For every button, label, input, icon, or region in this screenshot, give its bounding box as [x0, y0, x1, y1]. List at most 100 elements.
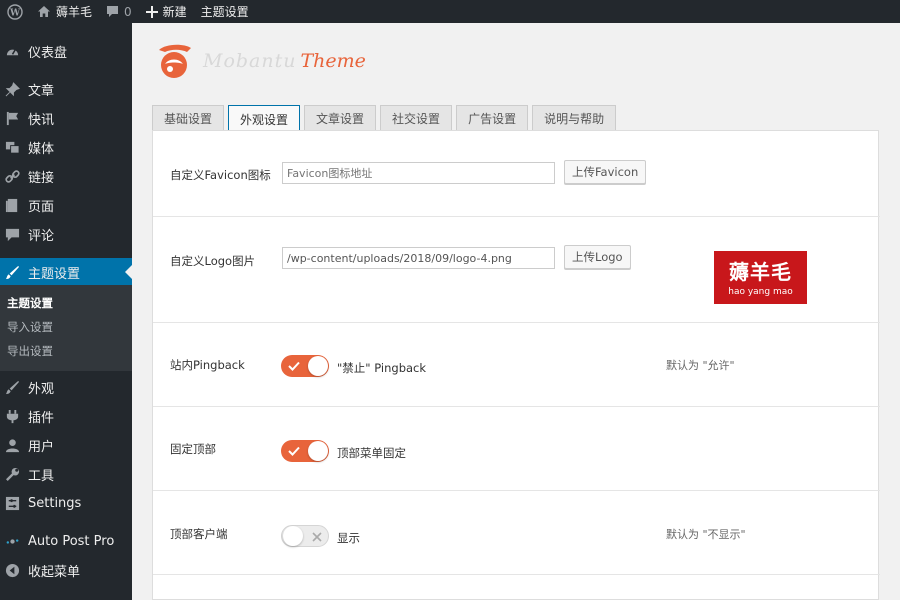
- user-icon: [4, 437, 20, 453]
- pingback-toggle[interactable]: [281, 355, 329, 377]
- sidebar-item-label: 页面: [28, 199, 55, 215]
- comment-icon: [4, 226, 20, 242]
- sidebar-item-label: 外观: [28, 381, 55, 397]
- wordpress-logo-button[interactable]: W: [0, 0, 30, 23]
- sidebar-item-label: 链接: [28, 170, 55, 186]
- svg-text:W: W: [9, 8, 21, 18]
- sidebar-item-pin[interactable]: 文章: [0, 75, 132, 103]
- sidebar-item-label: Settings: [28, 495, 82, 511]
- fixed-top-option-text: 顶部菜单固定: [337, 446, 406, 460]
- new-content-button[interactable]: 新建: [139, 0, 194, 23]
- logo-url-input[interactable]: [282, 247, 555, 269]
- admin-bar: W 薅羊毛 0 新建 主题设置: [0, 0, 900, 23]
- top-client-toggle[interactable]: [281, 525, 329, 547]
- site-name: 薅羊毛: [56, 5, 93, 19]
- plus-icon: [145, 5, 158, 18]
- toggle-knob: [308, 441, 328, 461]
- logo-brand-text: Mobantu: [203, 50, 297, 72]
- fixed-top-toggle[interactable]: [281, 440, 329, 462]
- favicon-url-input[interactable]: [282, 162, 555, 184]
- check-icon: [281, 355, 307, 377]
- sidebar-item-wrench[interactable]: 工具: [0, 460, 132, 488]
- dashboard-icon: [4, 43, 20, 59]
- sidebar-item-comment[interactable]: 评论: [0, 220, 132, 248]
- pingback-hint: 默认为 "允许": [666, 359, 735, 372]
- sidebar-item-media[interactable]: 媒体: [0, 133, 132, 161]
- top-client-label: 顶部客户端: [170, 527, 228, 541]
- pingback-option-text: "禁止" Pingback: [337, 361, 427, 375]
- settings-panel: 自定义Favicon图标 上传Favicon 自定义Logo图片 上传Logo …: [152, 130, 880, 600]
- logo-theme-text: Theme: [300, 50, 366, 72]
- collapse-icon: [4, 562, 20, 578]
- link-icon: [4, 168, 20, 184]
- sidebar-item-user[interactable]: 用户: [0, 431, 132, 459]
- check-icon: [281, 440, 307, 462]
- wrench-icon: [4, 466, 20, 482]
- theme-settings-label: 主题设置: [200, 5, 249, 19]
- page-icon: [4, 197, 20, 213]
- top-client-option-text: 显示: [337, 531, 360, 545]
- submenu-item-import[interactable]: 导入设置: [7, 319, 53, 335]
- sidebar-item-label: 用户: [28, 439, 55, 455]
- logo-preview-text: 薅羊毛: [729, 260, 792, 284]
- settings-icon: [4, 495, 20, 511]
- new-label: 新建: [162, 5, 187, 19]
- sidebar-item-settings[interactable]: Settings: [0, 489, 132, 517]
- media-icon: [4, 139, 20, 155]
- appearance-icon: [4, 379, 20, 395]
- plugin-icon: [4, 408, 20, 424]
- sidebar-item-collapse[interactable]: 收起菜单: [0, 556, 132, 584]
- tab-appearance[interactable]: 外观设置: [228, 105, 301, 132]
- site-name-link[interactable]: 薅羊毛: [30, 0, 99, 23]
- sidebar-item-label: 文章: [28, 83, 55, 99]
- top-client-row: 顶部客户端 显示 默认为 "不显示": [153, 491, 880, 575]
- logo-preview-image: 薅羊毛 hao yang mao: [714, 251, 807, 304]
- pin-icon: [4, 81, 20, 97]
- sidebar-item-appearance[interactable]: 外观: [0, 373, 132, 401]
- brush-icon: [4, 264, 20, 280]
- fixed-top-label: 固定顶部: [170, 442, 216, 456]
- logo-label: 自定义Logo图片: [170, 254, 256, 268]
- submenu: 主题设置 导入设置 导出设置: [0, 285, 132, 371]
- sidebar-item-label: 媒体: [28, 141, 55, 157]
- sidebar-item-label: 主题设置: [28, 266, 81, 282]
- upload-favicon-button[interactable]: 上传Favicon: [564, 160, 647, 184]
- pingback-label: 站内Pingback: [170, 358, 245, 372]
- sidebar-item-dashboard[interactable]: 仪表盘: [0, 37, 132, 65]
- comments-link[interactable]: 0: [99, 0, 139, 23]
- tab-social[interactable]: 社交设置: [380, 105, 453, 131]
- upload-logo-button[interactable]: 上传Logo: [564, 245, 631, 269]
- flag-icon: [4, 110, 20, 126]
- theme-logo-icon: [159, 44, 191, 78]
- tab-basic[interactable]: 基础设置: [152, 105, 225, 131]
- favicon-row: 自定义Favicon图标 上传Favicon: [153, 131, 880, 217]
- home-icon: [38, 6, 50, 17]
- tab-help[interactable]: 说明与帮助: [532, 105, 617, 131]
- sidebar-item-label: 仪表盘: [28, 45, 68, 61]
- sidebar-item-brush[interactable]: 主题设置: [0, 258, 132, 286]
- sidebar-item-label: 插件: [28, 410, 55, 426]
- autopost-icon: [4, 533, 20, 549]
- top-client-hint: 默认为 "不显示": [666, 528, 746, 541]
- x-icon: [304, 526, 330, 548]
- comment-count: 0: [124, 4, 132, 19]
- sidebar-item-plugin[interactable]: 插件: [0, 402, 132, 430]
- sidebar-item-label: 工具: [28, 468, 55, 484]
- sidebar-item-flag[interactable]: 快讯: [0, 104, 132, 132]
- wordpress-icon: W: [7, 3, 23, 20]
- theme-logo: Mobantu Theme: [155, 42, 366, 80]
- sidebar-item-link[interactable]: 链接: [0, 162, 132, 190]
- sidebar-item-label: 快讯: [28, 112, 55, 128]
- sidebar-item-page[interactable]: 页面: [0, 191, 132, 219]
- sidebar-item-autopost[interactable]: Auto Post Pro: [0, 527, 132, 555]
- tab-post[interactable]: 文章设置: [304, 105, 377, 131]
- sidebar-item-label: 评论: [28, 228, 55, 244]
- theme-settings-link[interactable]: 主题设置: [194, 0, 256, 23]
- submenu-item-export[interactable]: 导出设置: [7, 343, 53, 359]
- submenu-item-theme-settings[interactable]: 主题设置: [7, 295, 53, 311]
- admin-sidebar: 仪表盘文章快讯媒体链接页面评论主题设置外观插件用户工具 Settings Auto …: [0, 23, 132, 600]
- tab-ads[interactable]: 广告设置: [456, 105, 529, 131]
- fixed-top-row: 固定顶部 顶部菜单固定: [153, 407, 880, 491]
- comment-bubble-icon: [107, 6, 119, 17]
- toggle-knob: [308, 356, 328, 376]
